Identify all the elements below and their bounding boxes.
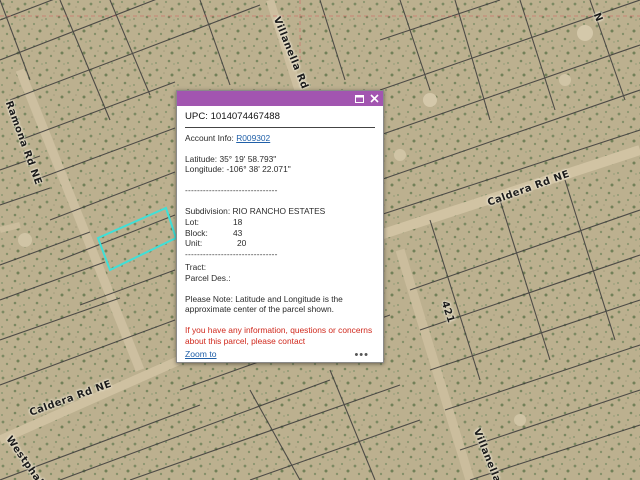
tract: Tract:	[185, 261, 207, 272]
subdivision: Subdivision: RIO RANCHO ESTATES	[185, 205, 326, 216]
popup-header	[177, 91, 383, 106]
more-actions-button[interactable]: •••	[354, 350, 369, 361]
upc-number: UPC: 1014074467488	[185, 111, 375, 128]
block-label: Block:	[185, 227, 208, 238]
parcel-info-popup: UPC: 1014074467488 Account Info: R009302…	[176, 90, 384, 363]
coordinates-note: Please Note: Latitude and Longitude is t…	[185, 293, 343, 315]
close-icon[interactable]	[368, 92, 381, 105]
account-link[interactable]: R009302	[236, 133, 270, 143]
lot-row: Lot: 18	[185, 217, 375, 228]
lot-value: 18	[233, 216, 243, 227]
unit-value: 20	[237, 238, 247, 249]
latitude: Latitude: 35° 19' 58.793"	[185, 153, 277, 164]
unit-label: Unit:	[185, 238, 203, 249]
unit-row: Unit: 20	[185, 238, 375, 249]
longitude: Longitude: -106° 38' 22.071"	[185, 164, 291, 175]
block-value: 43	[233, 227, 243, 238]
parcel-description: Parcel Des.:	[185, 272, 231, 283]
contact-notice: If you have any information, questions o…	[185, 325, 373, 346]
divider-2: -------------------------------	[185, 249, 278, 260]
lot-label: Lot:	[185, 216, 199, 227]
divider-1: -------------------------------	[185, 185, 278, 196]
maximize-icon[interactable]	[353, 92, 366, 105]
account-label: Account Info:	[185, 132, 237, 143]
zoom-to-link[interactable]: Zoom to	[185, 349, 217, 359]
block-row: Block: 43	[185, 228, 375, 239]
popup-content[interactable]: UPC: 1014074467488 Account Info: R009302…	[177, 106, 383, 356]
account-info: Account Info: R009302	[185, 133, 375, 144]
